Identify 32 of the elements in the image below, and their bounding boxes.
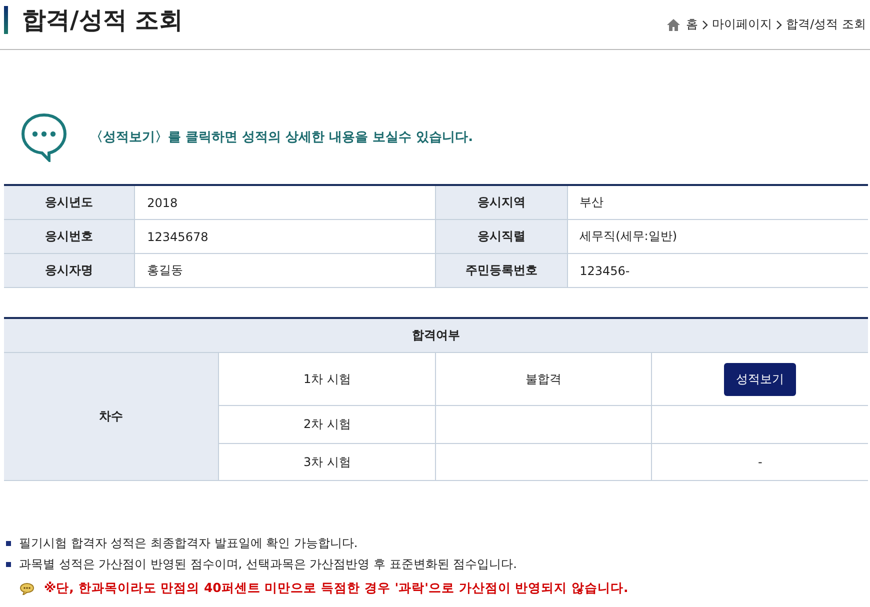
chevron-icon	[776, 20, 782, 30]
table-cell: 1차 시험	[218, 352, 436, 406]
field-label: 응시년도	[4, 185, 135, 220]
table-cell: 3차 시험	[218, 444, 436, 480]
bullet-icon	[6, 562, 11, 567]
field-label: 응시직렬	[436, 220, 568, 254]
field-label: 주민등록번호	[436, 254, 568, 288]
note-text: 과목별 성적은 가산점이 반영된 점수이며, 선택과목은 가산점반영 후 표준변화된 점수입니다.	[19, 556, 517, 573]
note-text: 필기시험 합격자 성적은 최종합격자 발표일에 확인 가능합니다.	[19, 535, 358, 552]
speech-bubble-icon	[20, 582, 34, 594]
field-label: 응시지역	[436, 185, 568, 220]
field-label: 응시번호	[4, 220, 135, 254]
warning-text: ※단, 한과목이라도 만점의 40퍼센트 미만으로 득점한 경우 '과락'으로 가산점이 반영되지 않습니다.	[44, 580, 628, 597]
breadcrumb-link[interactable]: 홈	[686, 16, 698, 33]
table-cell: 불합격	[435, 352, 652, 406]
field-value: 부산	[567, 185, 868, 220]
row-header: 차수	[4, 352, 219, 480]
breadcrumb-link[interactable]: 마이페이지	[712, 16, 772, 33]
field-value: 2018	[134, 185, 436, 220]
field-label: 응시자명	[4, 254, 135, 288]
breadcrumb-link[interactable]: 합격/성적 조회	[786, 16, 866, 33]
notice-text: 〈성적보기〉를 클릭하면 성적의 상세한 내용을 보실수 있습니다.	[90, 129, 474, 146]
chevron-icon	[702, 20, 708, 30]
field-value: 홍길동	[134, 254, 436, 288]
field-value: 12345678	[134, 220, 436, 254]
table-header: 합격여부	[4, 318, 868, 352]
view-scores-button[interactable]: 성적보기	[724, 362, 796, 396]
bullet-icon	[6, 541, 11, 546]
chat-bubble-icon	[20, 112, 68, 162]
page-title: 합격/성적 조회	[4, 6, 184, 34]
home-icon	[667, 18, 680, 30]
table-cell: 2차 시험	[218, 406, 436, 444]
